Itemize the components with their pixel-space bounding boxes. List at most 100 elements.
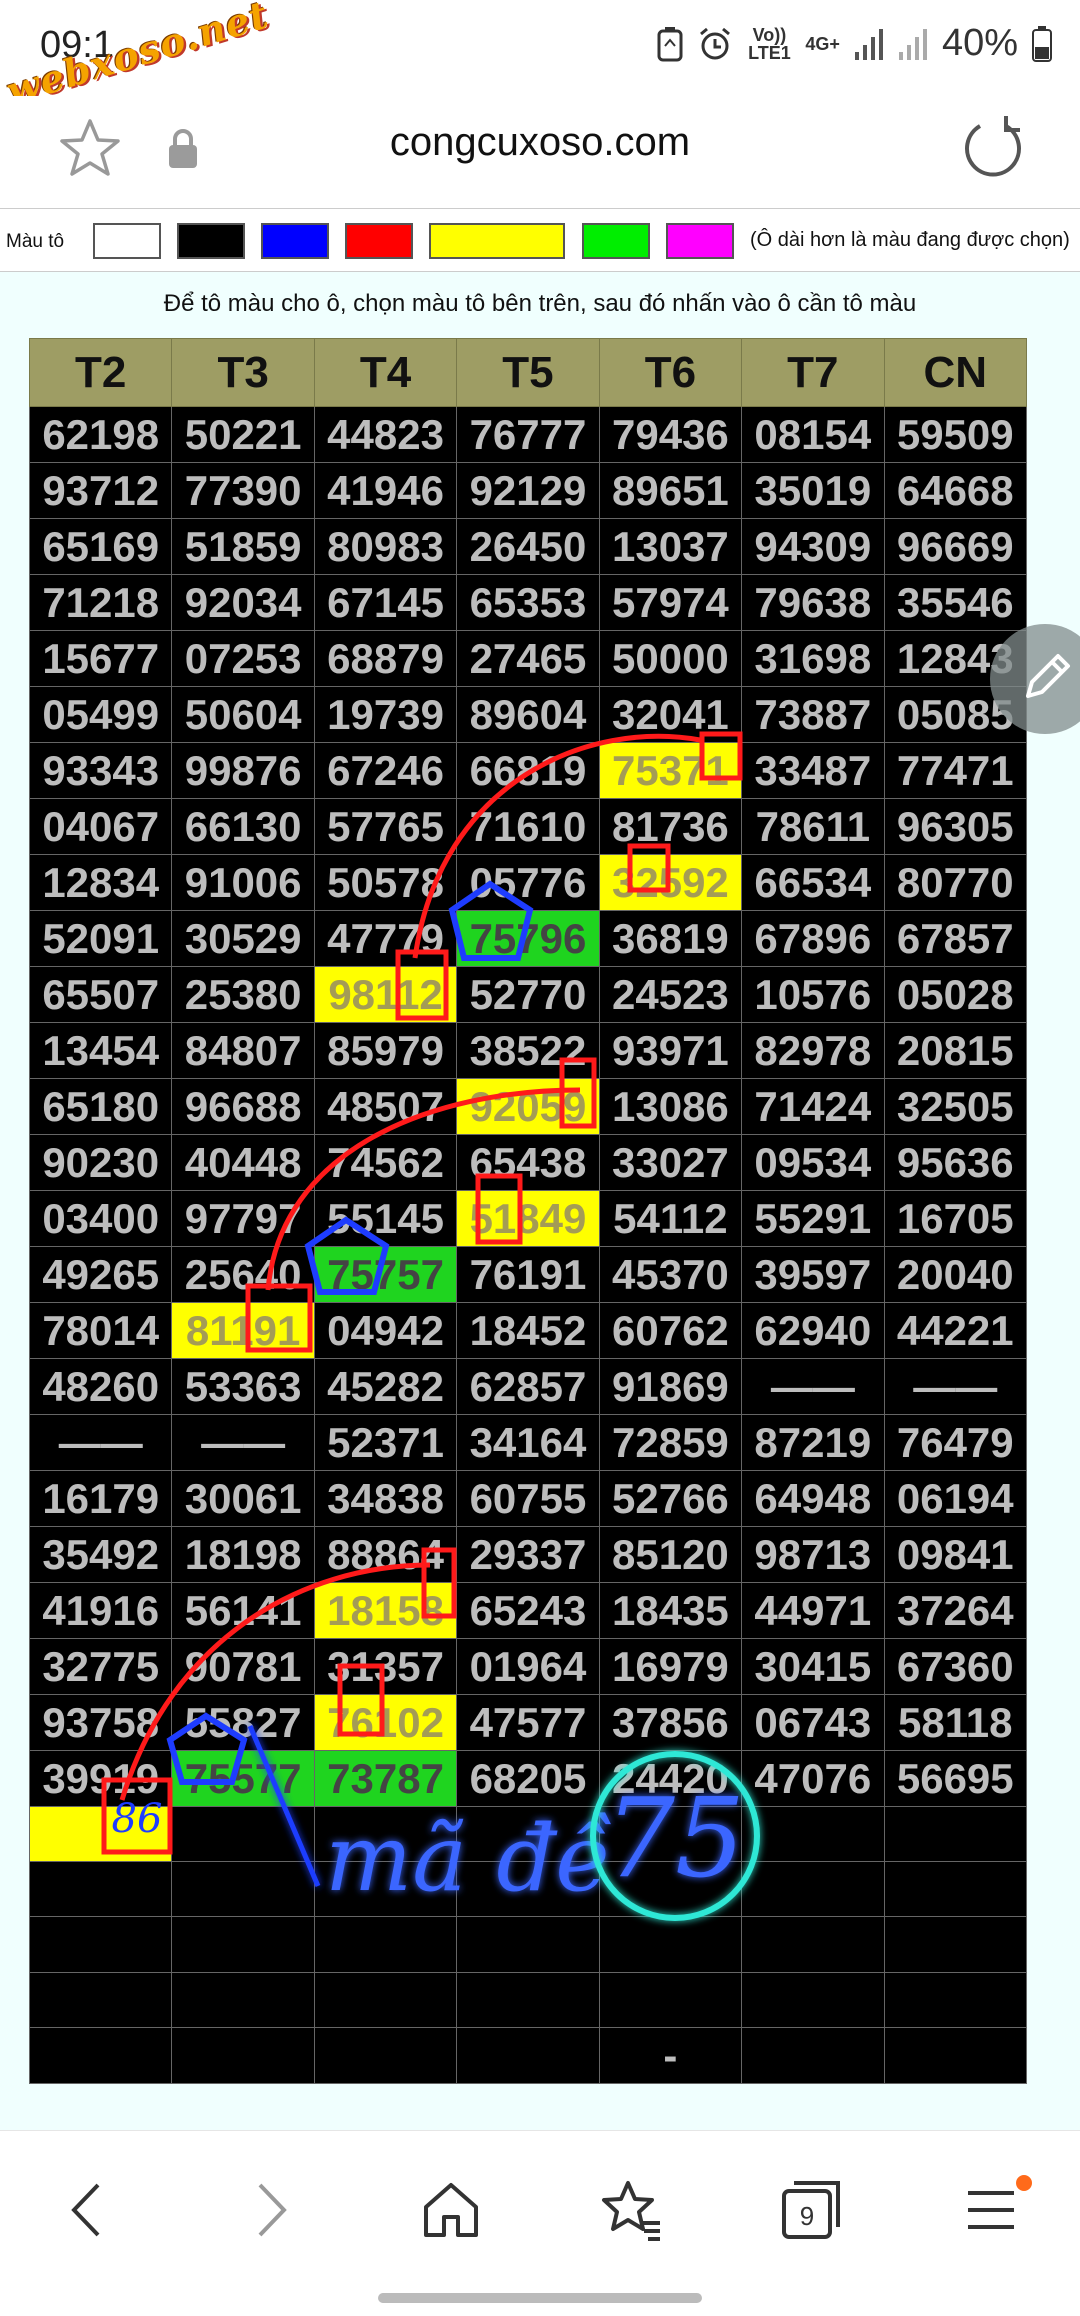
swatch-yellow-selected[interactable] [429,223,565,259]
table-cell[interactable]: 16979 [598,1638,743,1695]
table-cell[interactable]: 60755 [456,1470,600,1527]
table-cell[interactable]: 87219 [741,1414,885,1471]
table-cell[interactable]: 81191 [171,1302,315,1359]
table-cell[interactable]: 50578 [313,854,458,911]
table-cell[interactable]: 96669 [883,518,1028,575]
table-cell[interactable]: 06194 [883,1470,1028,1527]
tabs-icon[interactable]: 9 [776,2175,846,2245]
table-cell[interactable] [28,1805,173,1863]
table-cell[interactable] [883,2026,1028,2084]
table-cell[interactable]: 95636 [883,1134,1028,1191]
table-cell[interactable]: 13086 [598,1078,743,1135]
table-cell[interactable] [171,1916,315,1973]
table-cell[interactable] [456,1916,600,1973]
table-cell[interactable]: 01964 [456,1638,600,1695]
table-cell[interactable]: 24523 [598,966,743,1023]
table-cell[interactable]: 32775 [28,1638,173,1695]
table-cell[interactable]: 48260 [28,1358,173,1415]
table-cell[interactable]: 51859 [171,518,315,575]
table-cell[interactable]: 77390 [171,462,315,519]
table-cell[interactable]: 68879 [313,630,458,687]
table-cell[interactable]: 30061 [171,1470,315,1527]
table-cell[interactable]: 44823 [313,406,458,463]
table-cell[interactable] [883,1805,1028,1863]
forward-icon[interactable] [236,2175,306,2245]
table-cell[interactable]: 80983 [313,518,458,575]
table-cell[interactable]: 78611 [741,798,885,855]
table-cell[interactable]: 66130 [171,798,315,855]
table-cell[interactable]: 37264 [883,1582,1028,1639]
table-cell[interactable]: 33487 [741,742,885,799]
table-cell[interactable]: —— [741,1358,885,1415]
table-cell[interactable]: 92059 [456,1078,600,1135]
table-cell[interactable]: 65169 [28,518,173,575]
swatch-magenta[interactable] [666,223,734,259]
table-cell[interactable]: 08154 [741,406,885,463]
table-cell[interactable]: 50000 [598,630,743,687]
table-cell[interactable]: 39597 [741,1246,885,1303]
table-cell[interactable]: 36819 [598,910,743,967]
table-cell[interactable]: 06743 [741,1694,885,1751]
table-cell[interactable]: 93343 [28,742,173,799]
table-cell[interactable]: 52766 [598,1470,743,1527]
table-cell[interactable] [171,1861,315,1918]
table-cell[interactable]: 29337 [456,1526,600,1583]
table-cell[interactable]: 03400 [28,1190,173,1247]
table-cell[interactable]: 77471 [883,742,1028,799]
table-cell[interactable]: —— [28,1414,173,1471]
table-cell[interactable]: 34164 [456,1414,600,1471]
table-cell[interactable]: 71424 [741,1078,885,1135]
table-cell[interactable]: 27465 [456,630,600,687]
table-cell[interactable] [313,1861,458,1918]
table-cell[interactable]: 55827 [171,1694,315,1751]
table-cell[interactable] [28,1861,173,1918]
table-cell[interactable]: 93712 [28,462,173,519]
table-cell[interactable]: 90781 [171,1638,315,1695]
table-cell[interactable]: 09841 [883,1526,1028,1583]
table-cell[interactable]: 54112 [598,1190,743,1247]
table-cell[interactable] [313,1916,458,1973]
table-cell[interactable]: —— [171,1414,315,1471]
table-cell[interactable]: 45282 [313,1358,458,1415]
table-cell[interactable] [171,1971,315,2028]
table-cell[interactable]: 76777 [456,406,600,463]
swatch-green[interactable] [582,223,650,259]
table-cell[interactable]: 50604 [171,686,315,743]
table-cell[interactable]: 64668 [883,462,1028,519]
table-cell[interactable]: 64948 [741,1470,885,1527]
table-cell[interactable]: 72859 [598,1414,743,1471]
table-cell[interactable]: 51849 [456,1190,600,1247]
table-cell[interactable]: 37856 [598,1694,743,1751]
table-cell[interactable]: 32505 [883,1078,1028,1135]
table-cell[interactable]: 62940 [741,1302,885,1359]
table-cell[interactable]: 35492 [28,1526,173,1583]
table-cell[interactable]: 05776 [456,854,600,911]
table-cell[interactable]: 67360 [883,1638,1028,1695]
table-cell[interactable]: 20815 [883,1022,1028,1079]
table-cell[interactable]: 34838 [313,1470,458,1527]
table-cell[interactable]: 97797 [171,1190,315,1247]
table-cell[interactable]: - [598,2026,743,2084]
table-cell[interactable]: 85979 [313,1022,458,1079]
table-cell[interactable]: 84807 [171,1022,315,1079]
table-cell[interactable]: 41946 [313,462,458,519]
table-cell[interactable]: 57765 [313,798,458,855]
table-cell[interactable]: 52770 [456,966,600,1023]
table-cell[interactable]: 80770 [883,854,1028,911]
table-cell[interactable]: 25640 [171,1246,315,1303]
table-cell[interactable]: 91869 [598,1358,743,1415]
table-cell[interactable]: 76479 [883,1414,1028,1471]
edit-fab[interactable] [990,624,1080,734]
table-cell[interactable]: 44971 [741,1582,885,1639]
table-cell[interactable]: 92034 [171,574,315,631]
table-cell[interactable]: 96305 [883,798,1028,855]
table-cell[interactable] [28,1971,173,2028]
table-cell[interactable] [456,1861,600,1918]
table-cell[interactable]: 24420 [598,1750,743,1807]
table-cell[interactable]: 39919 [28,1750,173,1807]
table-cell[interactable]: 55291 [741,1190,885,1247]
table-cell[interactable]: 75796 [456,910,600,967]
table-cell[interactable]: 75577 [171,1750,315,1807]
table-cell[interactable]: 07253 [171,630,315,687]
table-cell[interactable] [456,2026,600,2084]
